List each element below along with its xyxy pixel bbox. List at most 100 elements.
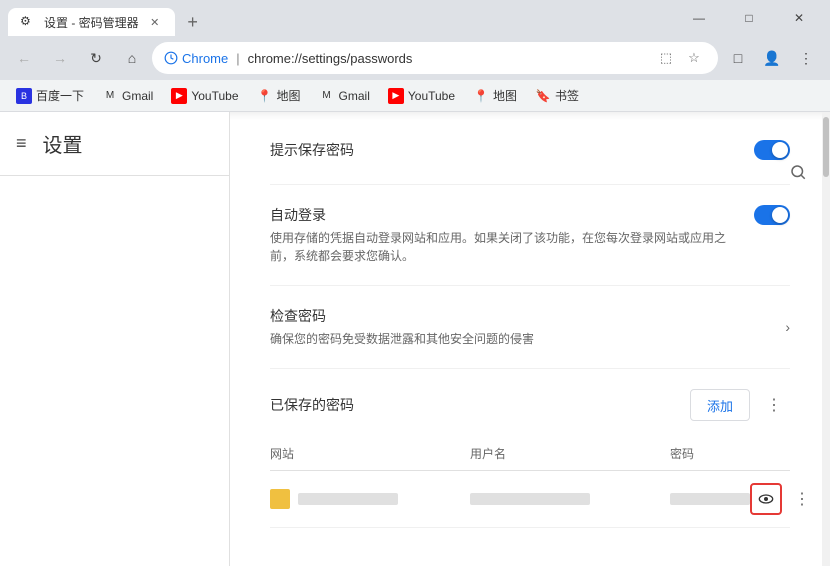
bookmark-gmail1[interactable]: M Gmail xyxy=(94,84,161,108)
bookmark-gmail2[interactable]: M Gmail xyxy=(311,84,378,108)
check-password-section[interactable]: 检查密码 确保您的密码免受数据泄露和其他安全问题的侵害 › xyxy=(270,286,790,369)
home-button[interactable]: ⌂ xyxy=(116,42,148,74)
site-favicon xyxy=(270,489,290,509)
window-controls: — □ ✕ xyxy=(676,4,822,32)
baidu-icon: B xyxy=(16,88,32,104)
forward-button[interactable]: → xyxy=(44,42,76,74)
bookmark-baidu[interactable]: B 百度一下 xyxy=(8,84,92,108)
bookmark-youtube2[interactable]: ▶ YouTube xyxy=(380,84,463,108)
youtube1-icon: ▶ xyxy=(171,88,187,104)
tab-favicon: ⚙ xyxy=(20,14,36,30)
save-prompt-action xyxy=(754,140,790,160)
bookmark-gmail1-label: Gmail xyxy=(122,89,153,103)
column-username: 用户名 xyxy=(470,445,670,462)
settings-header: ≡ 设置 xyxy=(0,112,229,176)
auto-login-info: 自动登录 使用存储的凭据自动登录网站和应用。如果关闭了该功能，在您每次登录网站或… xyxy=(270,205,738,265)
row-actions: ⋮ xyxy=(750,483,818,515)
scroll-shadow xyxy=(230,112,830,120)
bookmark-maps1[interactable]: 📍 地图 xyxy=(249,84,309,108)
password-row: ⋮ xyxy=(270,471,790,528)
save-prompt-setting: 提示保存密码 xyxy=(270,120,790,185)
check-password-arrow: › xyxy=(785,319,790,335)
check-password-title: 检查密码 xyxy=(270,306,785,326)
address-bar: ← → ↻ ⌂ Chrome | chrome://settings/passw… xyxy=(0,36,830,80)
saved-passwords-actions: 添加 ⋮ xyxy=(690,389,790,421)
tab-title: 设置 - 密码管理器 xyxy=(44,14,139,31)
save-prompt-title: 提示保存密码 xyxy=(270,140,738,160)
youtube2-icon: ▶ xyxy=(388,88,404,104)
active-tab[interactable]: ⚙ 设置 - 密码管理器 ✕ xyxy=(8,8,175,36)
settings-search-button[interactable] xyxy=(782,156,814,188)
page-content: ≡ 设置 提示保存密码 自动登录 xyxy=(0,112,830,566)
bookmark-bookmarks-label: 书签 xyxy=(555,87,579,104)
column-password: 密码 xyxy=(670,445,790,462)
security-indicator: Chrome xyxy=(164,51,228,66)
bookmarks-icon: 🔖 xyxy=(535,88,551,104)
saved-passwords-header: 已保存的密码 添加 ⋮ xyxy=(270,389,790,421)
row-more-button[interactable]: ⋮ xyxy=(786,483,818,515)
save-prompt-toggle[interactable] xyxy=(754,140,790,160)
bookmark-bookmarks[interactable]: 🔖 书签 xyxy=(527,84,587,108)
add-password-button[interactable]: 添加 xyxy=(690,389,750,421)
pass-cell xyxy=(670,493,750,505)
table-header: 网站 用户名 密码 xyxy=(270,437,790,471)
minimize-button[interactable]: — xyxy=(676,4,722,32)
reveal-password-button[interactable] xyxy=(750,483,782,515)
check-password-info: 检查密码 确保您的密码免受数据泄露和其他安全问题的侵害 xyxy=(270,306,785,348)
refresh-button[interactable]: ↻ xyxy=(80,42,112,74)
auto-login-desc: 使用存储的凭据自动登录网站和应用。如果关闭了该功能，在您每次登录网站或应用之前，… xyxy=(270,229,738,265)
menu-button[interactable]: ⋮ xyxy=(790,42,822,74)
browser-actions: □ 👤 ⋮ xyxy=(722,42,822,74)
url-text: chrome://settings/passwords xyxy=(248,51,646,66)
scroll-track[interactable] xyxy=(822,112,830,566)
main-content: 提示保存密码 自动登录 使用存储的凭据自动登录网站和应用。如果关闭了该功能，在您… xyxy=(230,112,830,566)
saved-passwords-section: 已保存的密码 添加 ⋮ 网站 用户名 密码 xyxy=(270,369,790,548)
site-cell xyxy=(270,489,470,509)
tab-area: ⚙ 设置 - 密码管理器 ✕ + xyxy=(8,0,676,36)
passwords-table: 网站 用户名 密码 xyxy=(270,437,790,528)
bookmark-youtube1[interactable]: ▶ YouTube xyxy=(163,84,246,108)
maps2-icon: 📍 xyxy=(473,88,489,104)
user-cell xyxy=(470,493,670,505)
bookmark-maps2-label: 地图 xyxy=(493,87,517,104)
auto-login-toggle[interactable] xyxy=(754,205,790,225)
saved-passwords-more-button[interactable]: ⋮ xyxy=(758,389,790,421)
cast-icon[interactable]: ⬚ xyxy=(654,46,678,70)
saved-passwords-title: 已保存的密码 xyxy=(270,395,354,415)
auto-login-title: 自动登录 xyxy=(270,205,738,225)
profile-button[interactable]: 👤 xyxy=(756,42,788,74)
bookmark-youtube2-label: YouTube xyxy=(408,89,455,103)
check-password-desc: 确保您的密码免受数据泄露和其他安全问题的侵害 xyxy=(270,330,770,348)
content-area: 提示保存密码 自动登录 使用存储的凭据自动登录网站和应用。如果关闭了该功能，在您… xyxy=(230,120,830,566)
bookmark-youtube1-label: YouTube xyxy=(191,89,238,103)
settings-page-title: 设置 xyxy=(43,129,83,158)
url-actions: ⬚ ☆ xyxy=(654,46,706,70)
title-bar: ⚙ 设置 - 密码管理器 ✕ + — □ ✕ xyxy=(0,0,830,36)
bookmark-baidu-label: 百度一下 xyxy=(36,87,84,104)
extension-button[interactable]: □ xyxy=(722,42,754,74)
password-blurred xyxy=(670,493,750,505)
back-button[interactable]: ← xyxy=(8,42,40,74)
bookmark-maps2[interactable]: 📍 地图 xyxy=(465,84,525,108)
protocol-label: Chrome xyxy=(182,51,228,66)
hamburger-icon[interactable]: ≡ xyxy=(16,133,27,154)
auto-login-setting: 自动登录 使用存储的凭据自动登录网站和应用。如果关闭了该功能，在您每次登录网站或… xyxy=(270,185,790,286)
new-tab-button[interactable]: + xyxy=(179,8,207,36)
column-site: 网站 xyxy=(270,445,470,462)
bookmark-maps1-label: 地图 xyxy=(277,87,301,104)
gmail1-icon: M xyxy=(102,88,118,104)
tab-close-button[interactable]: ✕ xyxy=(147,14,163,30)
bookmark-gmail2-label: Gmail xyxy=(339,89,370,103)
scroll-thumb[interactable] xyxy=(823,117,829,177)
close-button[interactable]: ✕ xyxy=(776,4,822,32)
bookmark-star-icon[interactable]: ☆ xyxy=(682,46,706,70)
username-blurred xyxy=(470,493,590,505)
url-bar[interactable]: Chrome | chrome://settings/passwords ⬚ ☆ xyxy=(152,42,718,74)
gmail2-icon: M xyxy=(319,88,335,104)
auto-login-action xyxy=(754,205,790,225)
never-save-section: 一律不保存 xyxy=(270,548,790,566)
maps1-icon: 📍 xyxy=(257,88,273,104)
save-prompt-info: 提示保存密码 xyxy=(270,140,738,164)
site-name-blurred xyxy=(298,493,398,505)
maximize-button[interactable]: □ xyxy=(726,4,772,32)
